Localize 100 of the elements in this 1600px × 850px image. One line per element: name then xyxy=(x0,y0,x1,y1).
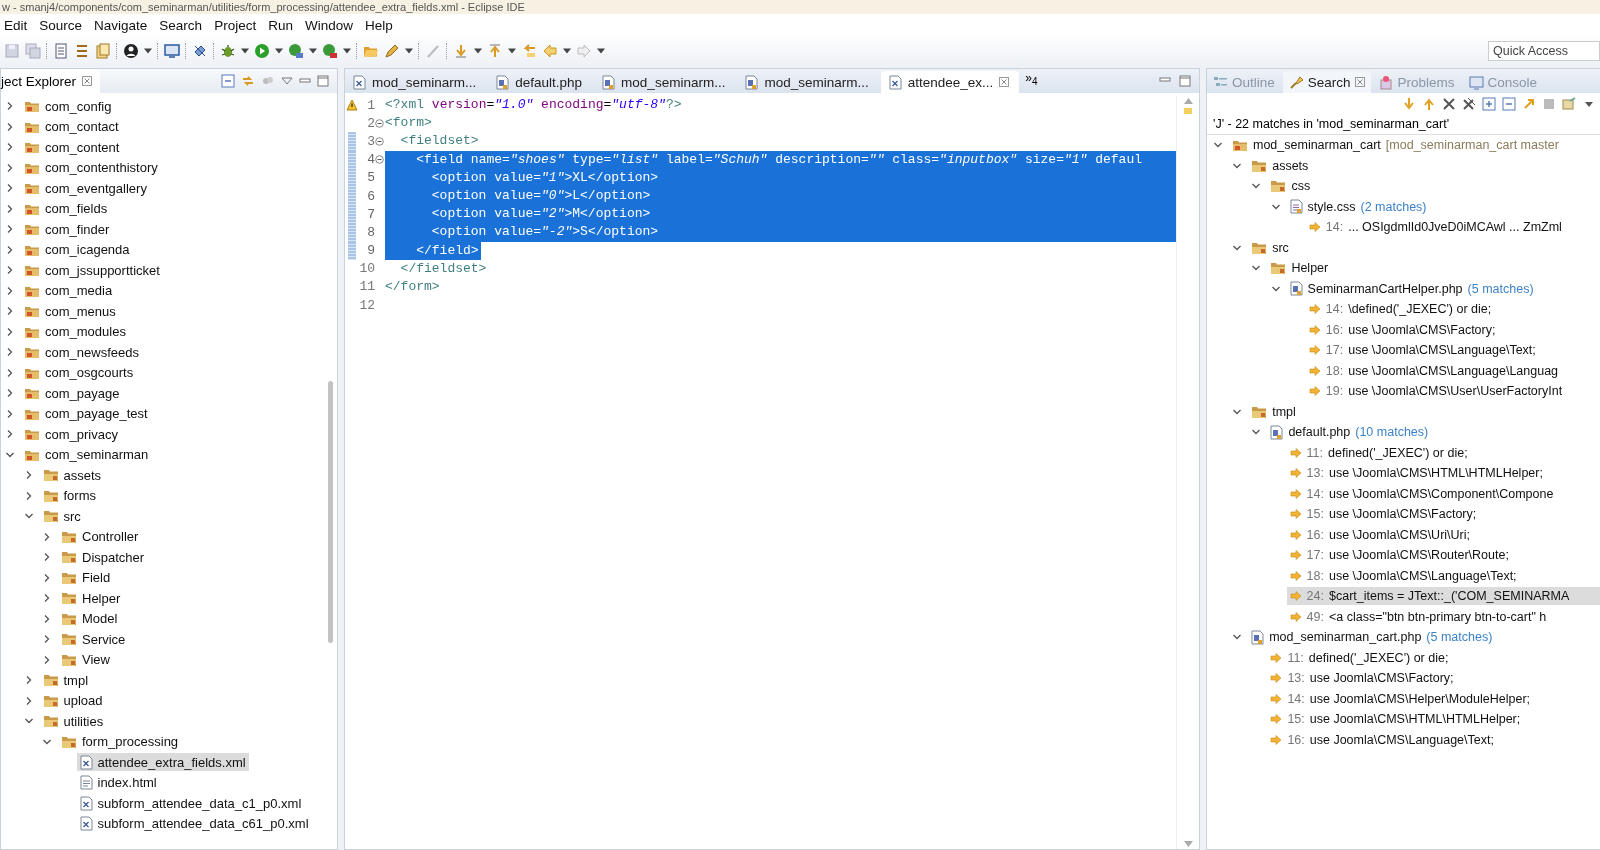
list-icon[interactable] xyxy=(74,43,90,59)
notes-icon[interactable] xyxy=(95,43,111,59)
search-result-item[interactable]: SeminarmanCartHelper.php (5 matches) xyxy=(1286,279,1537,298)
expand-chevron-icon[interactable] xyxy=(5,429,15,440)
menu-item[interactable]: Project xyxy=(210,15,265,35)
search-match[interactable]: 17: use \Joomla\CMS\Router\Route; xyxy=(1286,546,1512,565)
search-match[interactable]: 13: use Joomla\CMS\Factory; xyxy=(1267,669,1457,688)
tree-item[interactable]: upload xyxy=(39,691,106,710)
back-arrow-icon[interactable] xyxy=(542,43,558,59)
search-match[interactable]: 19: use \Joomla\CMS\User\UserFactoryInt xyxy=(1305,382,1566,401)
search-match[interactable]: 18: use \Joomla\CMS\Language\Text; xyxy=(1286,566,1520,585)
expand-chevron-icon[interactable] xyxy=(5,244,15,255)
menu-item[interactable]: Help xyxy=(360,15,401,35)
expand-chevron-icon[interactable] xyxy=(5,203,15,214)
panel-tab[interactable]: ject Explorer xyxy=(1,69,101,93)
search-match[interactable]: 14: ... OSIgdmlId0JveD0iMCAwl ... ZmZml xyxy=(1305,218,1565,237)
tree-item[interactable]: Service xyxy=(58,630,129,649)
expand-chevron-icon[interactable] xyxy=(5,388,15,399)
tree-item[interactable]: com_fields xyxy=(21,199,111,218)
tree-item[interactable]: com_menus xyxy=(21,302,119,321)
search-match[interactable]: 18: use \Joomla\CMS\Language\Languag xyxy=(1305,361,1562,380)
caret-icon[interactable] xyxy=(275,48,283,54)
tree-item[interactable]: utilities xyxy=(39,712,107,731)
tree-item[interactable]: com_payage_test xyxy=(21,404,151,423)
tree-item[interactable]: subform_attendee_data_c1_p0.xml xyxy=(76,794,305,813)
tree-item[interactable]: com_content xyxy=(21,138,123,157)
caret-icon[interactable] xyxy=(241,48,249,54)
collapse-all-icon[interactable] xyxy=(221,74,235,88)
tree-item[interactable]: com_config xyxy=(21,97,115,116)
menu-item[interactable]: Navigate xyxy=(90,15,156,35)
caret-icon[interactable] xyxy=(144,48,152,54)
tree-item[interactable]: com_eventgallery xyxy=(21,179,150,198)
expand-chevron-icon[interactable] xyxy=(42,572,52,583)
tree-item[interactable]: com_contenthistory xyxy=(21,158,161,177)
quick-access-field[interactable]: Quick Access xyxy=(1488,41,1600,61)
menu-item[interactable]: Edit xyxy=(0,15,36,35)
tree-item[interactable]: form_processing xyxy=(58,732,182,751)
expand-chevron-icon[interactable] xyxy=(5,162,15,173)
minimize-icon[interactable] xyxy=(299,76,311,86)
tree-item[interactable]: com_modules xyxy=(21,322,129,341)
menu-item[interactable]: Source xyxy=(35,15,91,35)
expand-chevron-icon[interactable] xyxy=(5,408,15,419)
tree-item[interactable]: com_seminarman xyxy=(21,445,152,464)
tree-item[interactable]: tmpl xyxy=(39,671,92,690)
pencil-icon[interactable] xyxy=(384,43,400,59)
search-match[interactable]: 14: \defined('_JEXEC') or die; xyxy=(1305,300,1495,319)
tree-item[interactable]: com_osgcourts xyxy=(21,363,137,382)
tree-item[interactable]: attendee_extra_fields.xml xyxy=(76,753,249,772)
menu-item[interactable]: Run xyxy=(264,15,301,35)
tree-item[interactable]: View xyxy=(58,650,113,669)
search-match[interactable]: 15: use \Joomla\CMS\Factory; xyxy=(1286,505,1480,524)
tree-item[interactable]: forms xyxy=(39,486,99,505)
tree-item[interactable]: Dispatcher xyxy=(58,548,148,567)
person-icon[interactable] xyxy=(123,43,139,59)
expand-chevron-icon[interactable] xyxy=(5,306,15,317)
warning-marker-icon[interactable] xyxy=(1184,108,1192,114)
tree-item[interactable]: subform_attendee_data_c61_p0.xml xyxy=(76,814,312,833)
minimize-icon[interactable] xyxy=(1159,75,1171,85)
search-result-item[interactable]: default.php (10 matches) xyxy=(1267,423,1432,442)
scrollbar-thumb[interactable] xyxy=(327,381,333,643)
expand-chevron-icon[interactable] xyxy=(42,634,52,645)
expand-chevron-icon[interactable] xyxy=(5,347,15,358)
external-tool-icon[interactable] xyxy=(322,43,338,59)
more-tabs-indicator[interactable]: »$_{4}$ xyxy=(1021,70,1046,93)
collapse-all-icon[interactable] xyxy=(1502,97,1516,111)
tree-item[interactable]: com_jssupportticket xyxy=(21,261,163,280)
search-match[interactable]: 16: use Joomla\CMS\Language\Text; xyxy=(1267,730,1497,749)
search-match[interactable]: 15: use Joomla\CMS\HTML\HTMLHelper; xyxy=(1267,710,1524,729)
tree-item[interactable]: com_newsfeeds xyxy=(21,343,142,362)
search-result-item[interactable]: mod_seminarman_cart.php (5 matches) xyxy=(1248,628,1496,647)
editor-tab[interactable]: attendee_ex... xyxy=(880,71,1020,93)
bug-icon[interactable] xyxy=(220,43,236,59)
caret-icon[interactable] xyxy=(508,48,516,54)
run-icon[interactable] xyxy=(254,43,270,59)
tree-item[interactable]: com_media xyxy=(21,281,116,300)
search-match[interactable]: 14: use \Joomla\CMS\Component\Compone xyxy=(1286,484,1557,503)
close-icon[interactable] xyxy=(1354,77,1365,87)
caret-icon[interactable] xyxy=(405,48,413,54)
maximize-icon[interactable] xyxy=(317,75,329,87)
tree-item[interactable]: com_privacy xyxy=(21,425,121,444)
search-result-item[interactable]: src xyxy=(1248,238,1292,257)
search-result-item[interactable]: style.css (2 matches) xyxy=(1286,197,1430,216)
search-match[interactable]: 17: use \Joomla\CMS\Language\Text; xyxy=(1305,341,1539,360)
editor-tab[interactable]: default.php xyxy=(488,71,593,93)
expand-chevron-icon[interactable] xyxy=(5,367,15,378)
remove-match-icon[interactable] xyxy=(1442,97,1456,111)
tree-item[interactable]: Model xyxy=(58,609,121,628)
expand-chevron-icon[interactable] xyxy=(42,654,52,665)
search-match[interactable]: 14: use Joomla\CMS\Helper\ModuleHelper; xyxy=(1267,689,1533,708)
search-match[interactable]: 24: $cart_items = JText::_('COM_SEMINARMA xyxy=(1286,587,1600,606)
editor-tab[interactable]: mod_seminarm... xyxy=(594,71,736,93)
expand-chevron-icon[interactable] xyxy=(42,613,52,624)
tree-item[interactable]: Helper xyxy=(58,589,124,608)
menu-item[interactable]: Window xyxy=(300,15,361,35)
close-icon[interactable] xyxy=(999,77,1010,87)
search-match[interactable]: 16: use \Joomla\CMS\Factory; xyxy=(1305,320,1499,339)
search-match[interactable]: 16: use \Joomla\CMS\Uri\Uri; xyxy=(1286,525,1473,544)
search-result-item[interactable]: tmpl xyxy=(1248,402,1299,421)
expand-chevron-icon[interactable] xyxy=(5,326,15,337)
expand-chevron-icon[interactable] xyxy=(42,531,52,542)
